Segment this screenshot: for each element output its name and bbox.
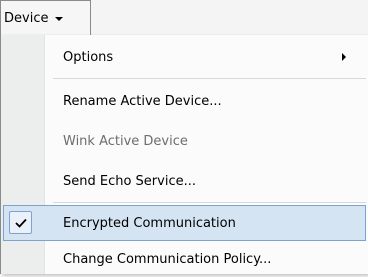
menu-item-wink-active-device: Wink Active Device (3, 123, 366, 159)
menu-item-label: Options (63, 49, 114, 65)
menu-bar: Device (0, 0, 368, 36)
menu-item-options[interactable]: Options (3, 39, 366, 75)
checkmark-icon (9, 211, 32, 234)
menu-item-change-communication-policy[interactable]: Change Communication Policy... (3, 241, 366, 277)
menu-separator (53, 202, 366, 203)
submenu-arrow-icon (342, 53, 346, 61)
menu-item-rename-active-device[interactable]: Rename Active Device... (3, 83, 366, 119)
menu-item-label: Change Communication Policy... (63, 251, 272, 267)
menu-item-encrypted-communication[interactable]: Encrypted Communication (3, 205, 366, 241)
device-menu-label: Device (4, 10, 49, 26)
device-menu-button[interactable]: Device (0, 0, 91, 35)
chevron-down-icon (55, 16, 64, 21)
menu-item-label: Send Echo Service... (63, 173, 197, 189)
menu-item-send-echo-service[interactable]: Send Echo Service... (3, 163, 366, 199)
menu-item-label: Wink Active Device (63, 133, 188, 149)
menu-separator (53, 78, 366, 79)
menu-item-label: Rename Active Device... (63, 93, 222, 109)
device-dropdown-menu: Options Rename Active Device... Wink Act… (0, 35, 368, 274)
menu-item-label: Encrypted Communication (63, 215, 236, 231)
